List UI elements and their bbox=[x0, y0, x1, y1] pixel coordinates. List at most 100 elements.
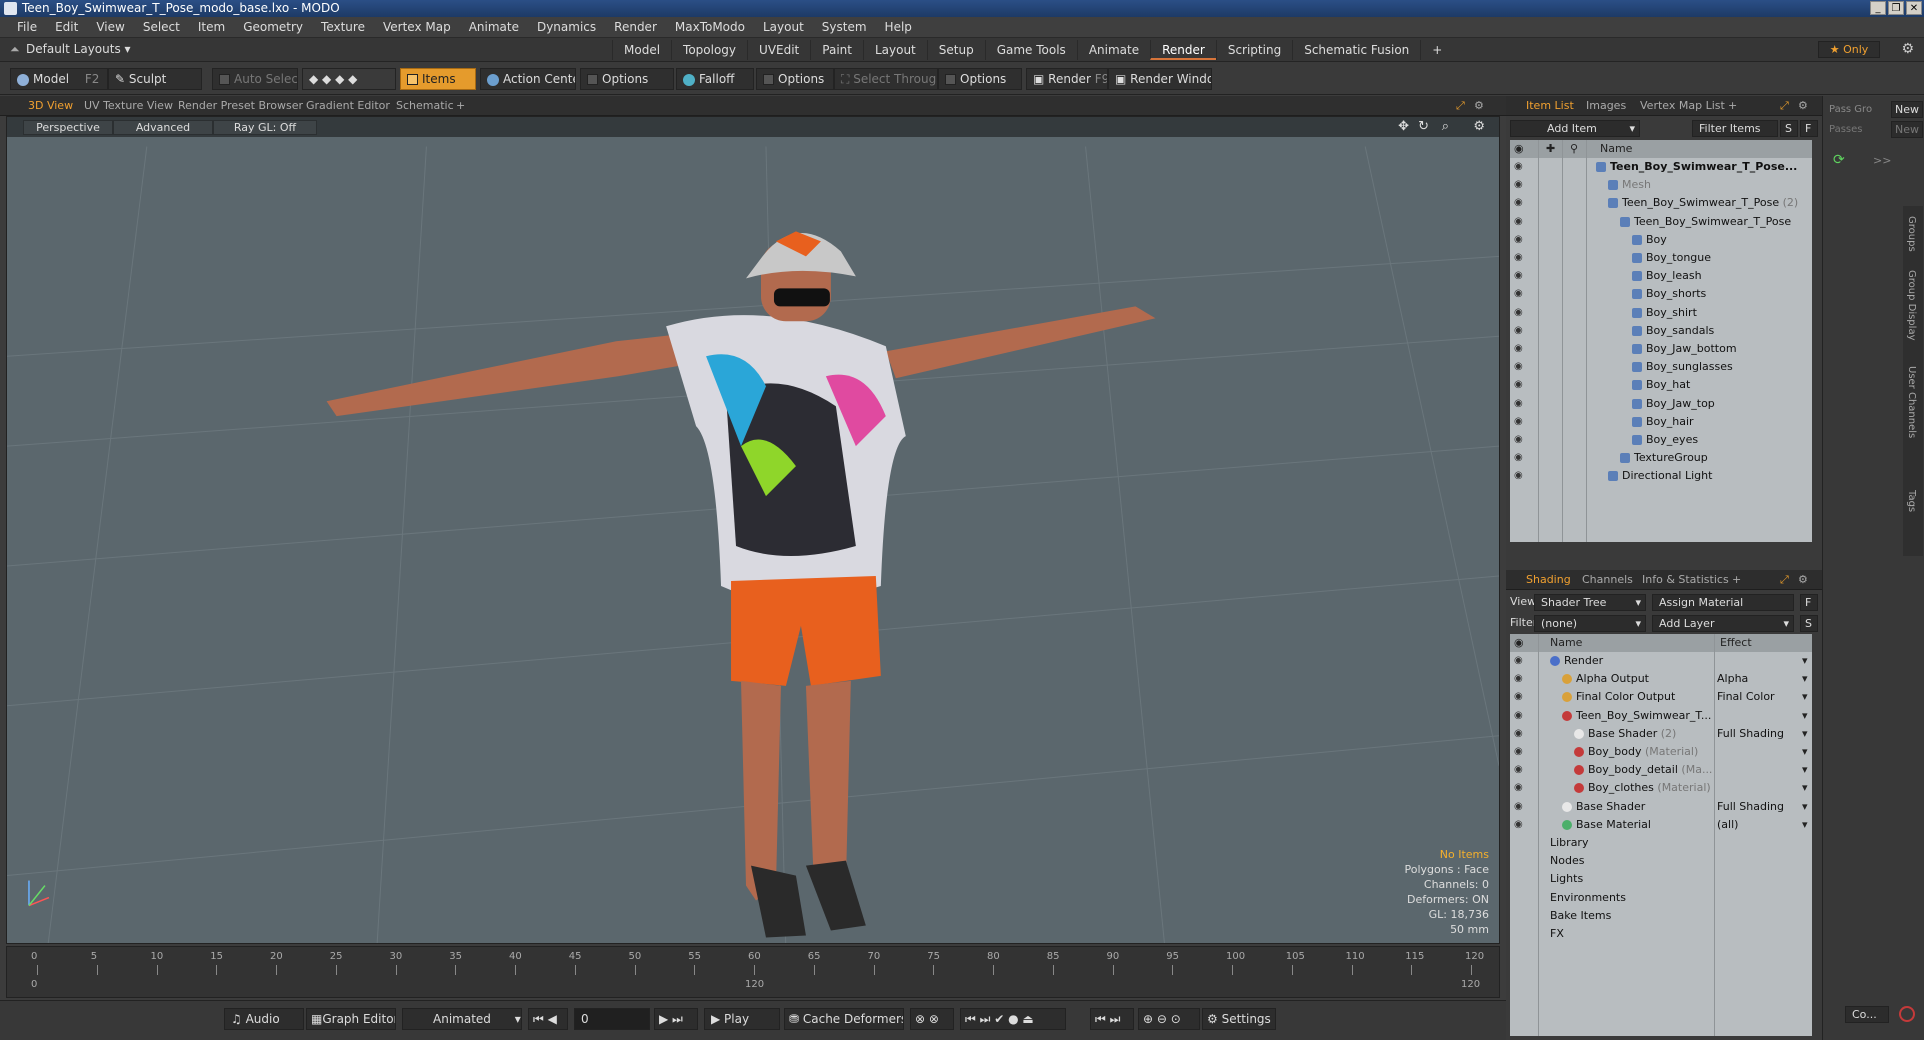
side-tab-tags[interactable]: Tags bbox=[1906, 490, 1917, 512]
tab-vertex-map-list[interactable]: Vertex Map List bbox=[1640, 99, 1725, 112]
menu-help[interactable]: Help bbox=[876, 20, 921, 34]
panel-gear-icon[interactable]: ⚙ bbox=[1798, 99, 1808, 112]
filter-dropdown[interactable]: (none) ▾ bbox=[1534, 615, 1646, 632]
sculpt-mode-button[interactable]: ✎ Sculpt bbox=[108, 68, 202, 90]
layout-tab-paint[interactable]: Paint bbox=[810, 40, 863, 60]
item-row[interactable]: ◉ Boy_hair bbox=[1510, 413, 1812, 431]
effect-column-header[interactable]: Effect bbox=[1720, 634, 1752, 652]
menu-vertex-map[interactable]: Vertex Map bbox=[374, 20, 460, 34]
visibility-eye-icon[interactable]: ◉ bbox=[1514, 271, 1524, 281]
shader-row[interactable]: Bake Items bbox=[1510, 907, 1812, 925]
panel-gear-icon[interactable]: ⚙ bbox=[1798, 573, 1808, 586]
name-column-header[interactable]: Name bbox=[1550, 634, 1582, 652]
shader-row[interactable]: Environments bbox=[1510, 889, 1812, 907]
layout-tab-setup[interactable]: Setup bbox=[926, 40, 985, 60]
falloff-button[interactable]: Falloff bbox=[676, 68, 754, 90]
effect-dropdown[interactable]: Full Shading bbox=[1717, 725, 1808, 743]
visibility-eye-icon[interactable]: ◉ bbox=[1514, 416, 1524, 427]
animated-dropdown[interactable]: Animated ▾ bbox=[402, 1008, 522, 1030]
layout-tab-game-tools[interactable]: Game Tools bbox=[984, 40, 1077, 60]
co-button[interactable]: Co... bbox=[1845, 1006, 1889, 1023]
visibility-eye-icon[interactable]: ◉ bbox=[1514, 307, 1524, 318]
visibility-eye-icon[interactable]: ◉ bbox=[1514, 819, 1524, 830]
expand-icon[interactable]: ⤢ bbox=[1780, 99, 1789, 113]
visibility-eye-icon[interactable]: ◉ bbox=[1514, 380, 1524, 390]
effect-dropdown[interactable]: (all) bbox=[1717, 816, 1809, 834]
item-row[interactable]: ◉ Teen_Boy_Swimwear_T_Pose bbox=[1510, 213, 1812, 231]
settings-button[interactable]: ⚙ Settings bbox=[1202, 1008, 1276, 1030]
visibility-eye-icon[interactable]: ◉ bbox=[1514, 398, 1524, 409]
perspective-button[interactable]: Perspective bbox=[23, 120, 113, 135]
layout-tab-uvedit[interactable]: UVEdit bbox=[747, 40, 810, 60]
visibility-eye-icon[interactable]: ◉ bbox=[1514, 325, 1524, 336]
view-dropdown[interactable]: Shader Tree ▾ bbox=[1534, 594, 1646, 611]
advanced-button[interactable]: Advanced bbox=[113, 120, 213, 135]
layout-tab-model[interactable]: Model bbox=[612, 40, 671, 60]
item-row[interactable]: ◉ Boy_eyes bbox=[1510, 431, 1812, 449]
timeline[interactable]: 0 5 10 15 20 25 30 35 40 45 50 55 60 65 70 75 80 85 90 95 10… bbox=[6, 946, 1500, 998]
skip-back-buttons[interactable]: ⏮ ◀ bbox=[528, 1008, 568, 1030]
select-through-options-button[interactable]: Options bbox=[938, 68, 1022, 90]
item-row[interactable]: ◉ Boy bbox=[1510, 231, 1812, 249]
layout-tab-scripting[interactable]: Scripting bbox=[1215, 40, 1292, 60]
shader-row[interactable]: ◉ Boy_clothes (Material) bbox=[1510, 779, 1812, 797]
visibility-eye-icon[interactable]: ◉ bbox=[1514, 656, 1524, 666]
visibility-eye-icon[interactable]: ◉ bbox=[1514, 747, 1524, 757]
menu-system[interactable]: System bbox=[813, 20, 876, 34]
menu-animate[interactable]: Animate bbox=[460, 20, 528, 34]
3d-viewport[interactable]: Perspective Advanced Ray GL: Off ✥ ↻ ⌕ ⚙… bbox=[6, 116, 1500, 944]
character-model[interactable] bbox=[326, 231, 1156, 938]
cache-deformers-button[interactable]: ⛃ Cache Deformers bbox=[784, 1008, 904, 1030]
layout-tab-topology[interactable]: Topology bbox=[671, 40, 747, 60]
tab-uv-texture-view[interactable]: UV Texture View bbox=[84, 99, 173, 112]
visibility-eye-icon[interactable]: ◉ bbox=[1514, 471, 1524, 481]
expand-icon[interactable]: ⤢ bbox=[1780, 573, 1789, 587]
visibility-eye-icon[interactable]: ◉ bbox=[1514, 728, 1524, 739]
menu-edit[interactable]: Edit bbox=[46, 20, 87, 34]
assign-material-button[interactable]: Assign Material bbox=[1652, 594, 1794, 611]
skip-forward-buttons[interactable]: ▶ ⏭ bbox=[654, 1008, 698, 1030]
tab-render-preset-browser[interactable]: Render Preset Browser bbox=[178, 99, 303, 112]
item-row[interactable]: ◉ Teen_Boy_Swimwear_T_Pose... bbox=[1510, 158, 1812, 176]
add-tab-button[interactable]: + bbox=[1732, 573, 1741, 586]
visibility-eye-icon[interactable]: ◉ bbox=[1514, 765, 1524, 775]
timeline-ruler[interactable]: 0 5 10 15 20 25 30 35 40 45 50 55 60 65 70 75 80 85 90 95 10… bbox=[31, 949, 1484, 975]
menu-file[interactable]: File bbox=[8, 20, 46, 34]
menu-item[interactable]: Item bbox=[189, 20, 234, 34]
add-item-dropdown[interactable]: Add Item ▾ bbox=[1510, 120, 1640, 137]
visibility-eye-icon[interactable]: ◉ bbox=[1514, 344, 1524, 354]
filter-items-field[interactable]: Filter Items bbox=[1692, 120, 1778, 137]
shader-row[interactable]: ◉ Base Shader (2) Full Shading bbox=[1510, 725, 1812, 743]
shading-f-button[interactable]: F bbox=[1800, 594, 1818, 611]
layout-home-icon[interactable]: ⏶ bbox=[10, 42, 20, 57]
shader-row[interactable]: ◉ Alpha Output Alpha bbox=[1510, 670, 1812, 688]
menu-view[interactable]: View bbox=[87, 20, 133, 34]
name-column-header[interactable]: Name bbox=[1600, 140, 1632, 158]
item-row[interactable]: ◉ Directional Light bbox=[1510, 467, 1812, 485]
tab-images[interactable]: Images bbox=[1586, 99, 1626, 112]
item-row[interactable]: ◉ Boy_shirt bbox=[1510, 304, 1812, 322]
shader-row[interactable]: ◉ Base Shader Full Shading bbox=[1510, 798, 1812, 816]
record-icon[interactable] bbox=[1899, 1006, 1915, 1022]
tab-channels[interactable]: Channels bbox=[1582, 573, 1633, 586]
maximize-button[interactable]: ❐ bbox=[1888, 1, 1904, 15]
item-row[interactable]: ◉ Boy_hat bbox=[1510, 376, 1812, 394]
shader-row[interactable]: ◉ Final Color Output Final Color bbox=[1510, 688, 1812, 706]
side-tab-groups[interactable]: Groups bbox=[1906, 216, 1917, 252]
tab-3d-view[interactable]: 3D View bbox=[28, 99, 73, 112]
item-row[interactable]: ◉ Boy_sunglasses bbox=[1510, 358, 1812, 376]
layout-tab-schematic-fusion[interactable]: Schematic Fusion bbox=[1292, 40, 1420, 60]
visibility-eye-icon[interactable]: ◉ bbox=[1514, 253, 1524, 263]
visibility-eye-icon[interactable]: ◉ bbox=[1514, 289, 1524, 299]
item-row[interactable]: ◉ Boy_sandals bbox=[1510, 322, 1812, 340]
add-layer-dropdown[interactable]: Add Layer ▾ bbox=[1652, 615, 1794, 632]
render-button[interactable]: ▣ Render F9 bbox=[1026, 68, 1108, 90]
refresh-icon[interactable]: ⟳ bbox=[1833, 152, 1845, 168]
play-button[interactable]: ▶ Play bbox=[704, 1008, 780, 1030]
visibility-eye-icon[interactable]: ◉ bbox=[1514, 180, 1524, 190]
shader-row[interactable]: Library bbox=[1510, 834, 1812, 852]
gear-icon[interactable]: ⚙ bbox=[1901, 41, 1914, 57]
shader-row[interactable]: Nodes bbox=[1510, 852, 1812, 870]
add-tab-button[interactable]: + bbox=[456, 99, 465, 112]
side-tab-group-display[interactable]: Group Display bbox=[1906, 270, 1917, 340]
